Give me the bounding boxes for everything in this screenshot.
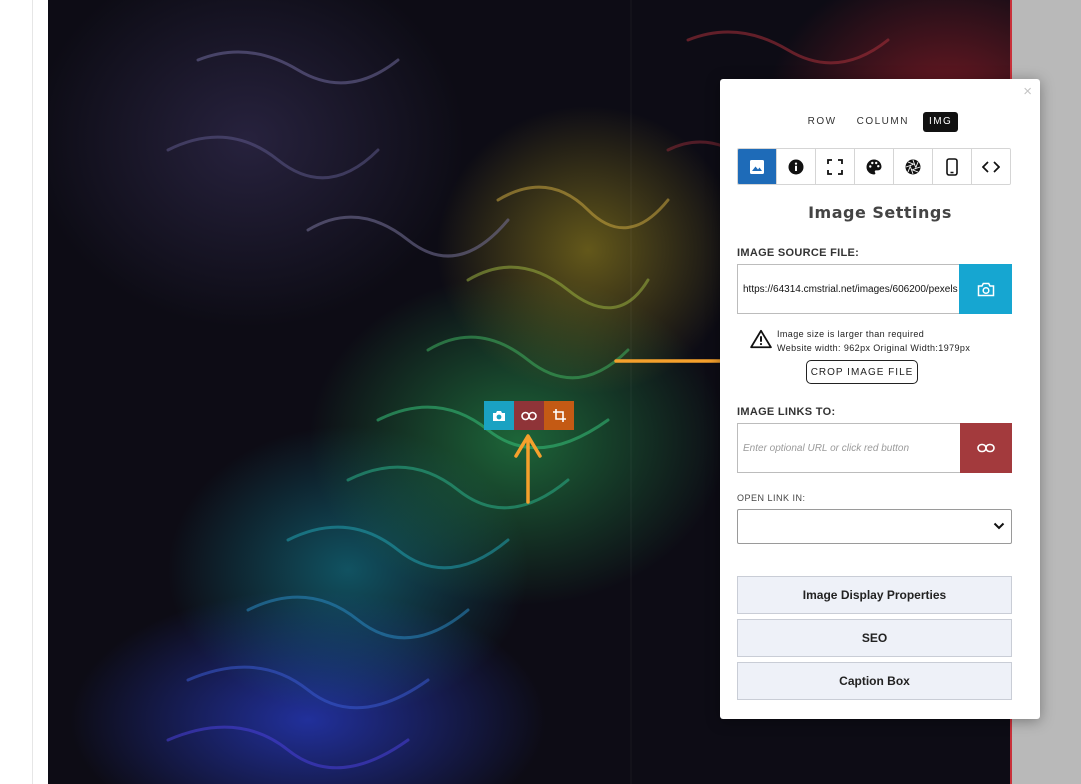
tab-fullscreen[interactable] <box>816 149 855 184</box>
info-icon <box>788 159 804 174</box>
crop-icon <box>552 409 566 422</box>
image-size-warning: Image size is larger than required Websi… <box>750 327 1020 355</box>
image-link-row: Enter optional URL or click red button <box>737 423 1012 473</box>
image-link-button[interactable] <box>514 401 544 430</box>
tab-code[interactable] <box>972 149 1010 184</box>
open-link-label: OPEN LINK IN: <box>737 493 806 503</box>
chevron-down-icon <box>993 522 1005 530</box>
crop-image-button[interactable] <box>544 401 574 430</box>
mobile-icon <box>946 157 958 176</box>
change-image-button[interactable] <box>484 401 514 430</box>
open-link-select[interactable] <box>737 509 1012 544</box>
tab-palette[interactable] <box>855 149 894 184</box>
close-icon[interactable]: × <box>1023 83 1032 101</box>
panel-title: Image Settings <box>808 203 952 222</box>
warning-line-1: Image size is larger than required <box>777 329 925 339</box>
image-links-label: IMAGE LINKS TO: <box>737 406 836 418</box>
seo-section[interactable]: SEO <box>737 619 1012 657</box>
tab-image[interactable] <box>738 149 777 184</box>
tab-column[interactable]: COLUMN <box>851 112 915 132</box>
image-source-label: IMAGE SOURCE FILE: <box>737 247 860 259</box>
pick-link-button[interactable] <box>960 423 1012 473</box>
link-icon <box>977 443 995 453</box>
image-icon <box>750 159 764 174</box>
image-quick-toolbar <box>484 401 574 430</box>
crop-image-file-button[interactable]: CROP IMAGE FILE <box>806 360 918 384</box>
image-settings-panel: × ROW COLUMN IMG Image Settings IMAGE SO… <box>720 79 1040 719</box>
aperture-icon <box>905 159 921 174</box>
palette-icon <box>866 159 882 174</box>
image-source-row: https://64314.cmstrial.net/images/606200… <box>737 264 1012 314</box>
browse-image-button[interactable] <box>959 264 1012 314</box>
image-display-properties-section[interactable]: Image Display Properties <box>737 576 1012 614</box>
page-margin-left <box>0 0 32 784</box>
image-link-field[interactable]: Enter optional URL or click red button <box>737 423 960 473</box>
tab-aperture[interactable] <box>894 149 933 184</box>
level-tabs: ROW COLUMN IMG <box>720 112 1040 132</box>
camera-icon <box>493 410 505 421</box>
tab-row[interactable]: ROW <box>802 112 843 132</box>
warning-line-2: Website width: 962px Original Width:1979… <box>777 343 971 353</box>
fullscreen-icon <box>827 158 843 175</box>
warning-text: Image size is larger than required Websi… <box>777 327 970 355</box>
annotation-arrow-up <box>514 434 542 504</box>
tab-mobile[interactable] <box>933 149 972 184</box>
editor-stage: × ROW COLUMN IMG Image Settings IMAGE SO… <box>0 0 1081 784</box>
camera-icon <box>977 282 994 296</box>
caption-box-section[interactable]: Caption Box <box>737 662 1012 700</box>
page-guide-line <box>32 0 33 784</box>
tab-img[interactable]: IMG <box>922 112 959 132</box>
tab-info[interactable] <box>777 149 816 184</box>
warning-icon <box>750 329 772 349</box>
code-icon <box>982 160 1000 173</box>
settings-icon-tabs <box>737 148 1011 185</box>
link-icon <box>521 411 537 420</box>
image-source-field[interactable]: https://64314.cmstrial.net/images/606200… <box>737 264 959 314</box>
